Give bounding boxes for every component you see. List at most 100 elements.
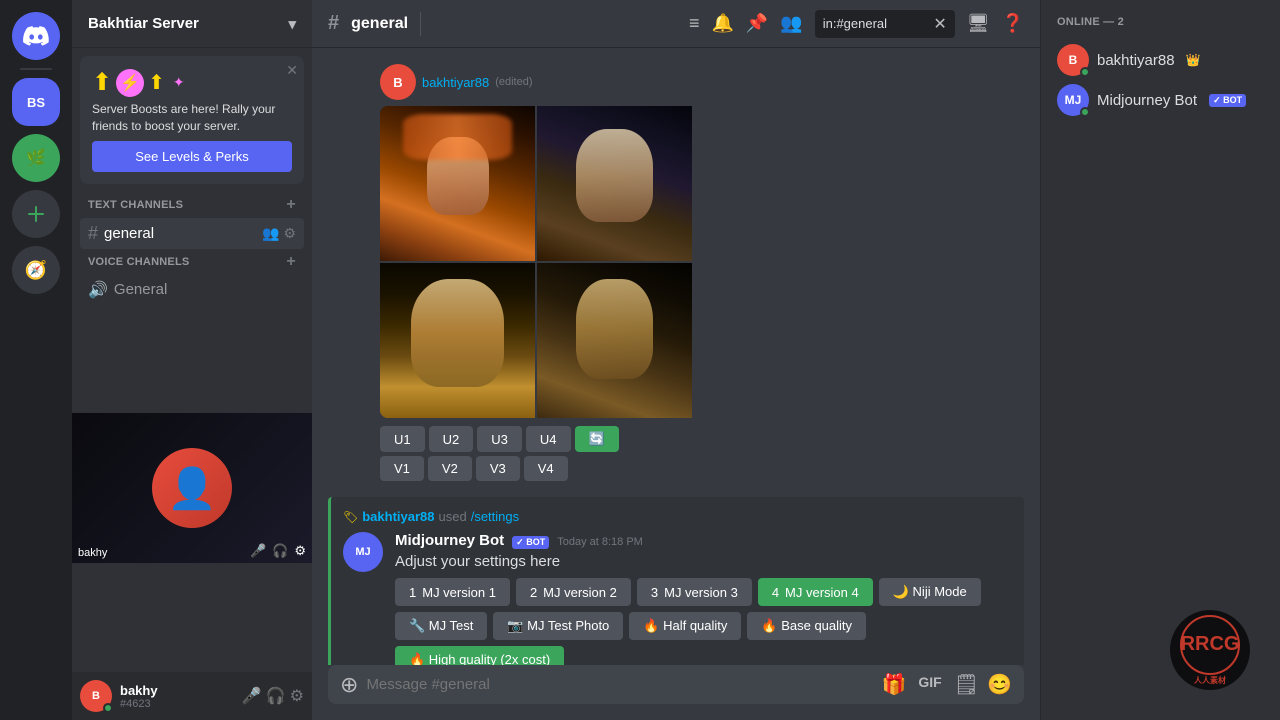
- watermark-text: 人人素材: [1194, 675, 1226, 686]
- see-levels-button[interactable]: See Levels & Perks: [92, 141, 292, 172]
- bot-badge: ✓ BOT: [512, 536, 549, 549]
- user-settings-icon[interactable]: ⚙: [290, 686, 304, 706]
- channel-name: general: [104, 225, 154, 242]
- refresh-button[interactable]: 🔄: [575, 426, 619, 452]
- channel-hash-icon: #: [328, 12, 339, 35]
- member-item-bakhtiyar[interactable]: B bakhtiyar88 👑: [1057, 40, 1264, 80]
- search-box[interactable]: in:#general ✕: [815, 10, 955, 38]
- add-voice-channel-button[interactable]: +: [286, 253, 296, 271]
- high-quality-button[interactable]: 🔥 High quality (2x cost): [395, 646, 564, 665]
- v4-button[interactable]: V4: [524, 456, 568, 481]
- niji-mode-button[interactable]: 🌙 Niji Mode: [879, 578, 981, 606]
- image-cell-1: [380, 106, 535, 261]
- members-icon: 👥: [262, 225, 279, 242]
- emoji-icon[interactable]: 😊: [987, 672, 1012, 697]
- v2-button[interactable]: V2: [428, 456, 472, 481]
- member-status-online: [1080, 67, 1090, 77]
- settings-message-container: 🏷 bakhtiyar88 used /settings MJ Midjourn…: [328, 497, 1024, 665]
- pin-icon[interactable]: 📌: [746, 13, 768, 34]
- user-status-indicator: [103, 703, 113, 713]
- voice-channels-category[interactable]: VOICE CHANNELS +: [80, 249, 304, 275]
- text-channels-category[interactable]: TEXT CHANNELS +: [80, 192, 304, 218]
- u1-button[interactable]: U1: [380, 426, 425, 452]
- command-slash: /settings: [471, 509, 519, 524]
- voice-icon: 🔊: [88, 280, 108, 300]
- add-server-button[interactable]: [12, 190, 60, 238]
- message-input[interactable]: [366, 665, 873, 704]
- video-preview: 👤 bakhy 🎤 🎧 ⚙: [72, 413, 312, 563]
- text-channels-section: TEXT CHANNELS + # general 👥 ⚙: [72, 192, 312, 249]
- variation-buttons-row: V1 V2 V3 V4: [380, 456, 1024, 481]
- mj-version-2-button[interactable]: 2 MJ version 2: [516, 578, 631, 606]
- boost-description: Server Boosts are here! Rally your frien…: [92, 101, 292, 135]
- mj-test-photo-button[interactable]: 📷 MJ Test Photo: [493, 612, 623, 640]
- mute-icon[interactable]: 🎤: [242, 686, 262, 706]
- right-sidebar: ONLINE — 2 B bakhtiyar88 👑 MJ Midjourney…: [1040, 0, 1280, 720]
- member-item-mjbot[interactable]: MJ Midjourney Bot ✓ BOT: [1057, 80, 1264, 120]
- image-cell-2: [537, 106, 692, 261]
- members-list-icon[interactable]: 👥: [780, 13, 802, 34]
- v3-button[interactable]: V3: [476, 456, 520, 481]
- bot-message-group: MJ Midjourney Bot ✓ BOT Today at 8:18 PM…: [343, 532, 1012, 665]
- hash-icon: #: [88, 223, 98, 244]
- voice-channels-section: VOICE CHANNELS + 🔊 General: [72, 249, 312, 305]
- server-icon-green[interactable]: 🌿: [12, 134, 60, 182]
- u4-button[interactable]: U4: [526, 426, 571, 452]
- bakhtiar-server-icon[interactable]: BS: [12, 78, 60, 126]
- gif-icon[interactable]: GIF: [914, 672, 945, 697]
- close-search-icon[interactable]: ✕: [933, 14, 946, 34]
- sticker-icon[interactable]: 🗒: [954, 672, 979, 697]
- version-row: 1 MJ version 1 2 MJ version 2 3 MJ versi…: [395, 578, 1012, 606]
- inbox-icon[interactable]: 🖥: [967, 13, 990, 34]
- voice-channel-name: General: [114, 281, 167, 298]
- message-input-wrap: ⊕ 🎁 GIF 🗒 😊: [328, 665, 1024, 704]
- header-divider: [420, 12, 421, 36]
- member-bot-badge: ✓ BOT: [1209, 94, 1246, 107]
- voice-channel-general[interactable]: 🔊 General: [80, 275, 304, 305]
- mj-version-4-button[interactable]: 4 MJ version 4: [758, 578, 873, 606]
- channel-header-name: general: [351, 15, 408, 33]
- online-header: ONLINE — 2: [1057, 16, 1264, 28]
- add-channel-button[interactable]: +: [286, 196, 296, 214]
- server-title: Bakhtiar Server: [88, 15, 199, 32]
- channel-item-general[interactable]: # general 👥 ⚙: [80, 218, 304, 249]
- image-cell-3: [380, 263, 535, 418]
- member-name-mjbot: Midjourney Bot: [1097, 92, 1197, 109]
- main-content: # general ≡ 🔔 📌 👥 in:#general ✕ 🖥 ❓: [312, 0, 1040, 720]
- u2-button[interactable]: U2: [429, 426, 474, 452]
- image-message-timestamp: (edited): [495, 76, 532, 88]
- search-value: in:#general: [823, 16, 887, 31]
- server-name-header[interactable]: Bakhtiar Server ▾: [72, 0, 312, 48]
- help-icon[interactable]: ❓: [1002, 13, 1024, 34]
- boost-banner: ✕ ⬆ ⚡ ⬆ ✦ Server Boosts are here! Rally …: [80, 56, 304, 184]
- bot-name: Midjourney Bot: [395, 532, 504, 549]
- settings-icon-bottom[interactable]: ⚙: [294, 543, 306, 559]
- mj-test-button[interactable]: 🔧 MJ Test: [395, 612, 487, 640]
- deafen-icon[interactable]: 🎧: [266, 686, 286, 706]
- username: bakhy: [120, 683, 234, 698]
- notification-icon[interactable]: 🔔: [711, 13, 733, 34]
- sidebar: Bakhtiar Server ▾ ✕ ⬆ ⚡ ⬆ ✦ Server Boost…: [72, 0, 312, 720]
- threads-icon[interactable]: ≡: [689, 13, 700, 34]
- explore-button[interactable]: 🧭: [12, 246, 60, 294]
- v1-button[interactable]: V1: [380, 456, 424, 481]
- member-avatar-bakhtiyar: B: [1057, 44, 1089, 76]
- half-quality-button[interactable]: 🔥 Half quality: [629, 612, 741, 640]
- chat-area: B bakhtiyar88 (edited): [312, 48, 1040, 665]
- user-info: bakhy #4623: [120, 683, 234, 710]
- mj-version-1-button[interactable]: 1 MJ version 1: [395, 578, 510, 606]
- u3-button[interactable]: U3: [477, 426, 522, 452]
- base-quality-button[interactable]: 🔥 Base quality: [747, 612, 866, 640]
- member-avatar-mjbot: MJ: [1057, 84, 1089, 116]
- mj-version-3-button[interactable]: 3 MJ version 3: [637, 578, 752, 606]
- add-content-icon[interactable]: ⊕: [340, 672, 358, 698]
- headphone-icon: 🎧: [272, 543, 288, 559]
- header-icons: ≡ 🔔 📌 👥 in:#general ✕ 🖥 ❓: [689, 10, 1024, 38]
- crown-icon: 👑: [1186, 53, 1201, 67]
- gift-icon[interactable]: 🎁: [881, 672, 906, 697]
- image-grid: [380, 106, 1024, 418]
- discord-home-button[interactable]: [12, 12, 60, 60]
- text-channels-label: TEXT CHANNELS: [88, 199, 183, 211]
- member-name-bakhtiyar: bakhtiyar88: [1097, 52, 1175, 69]
- quality-row: 🔧 MJ Test 📷 MJ Test Photo 🔥 Half quality…: [395, 612, 1012, 665]
